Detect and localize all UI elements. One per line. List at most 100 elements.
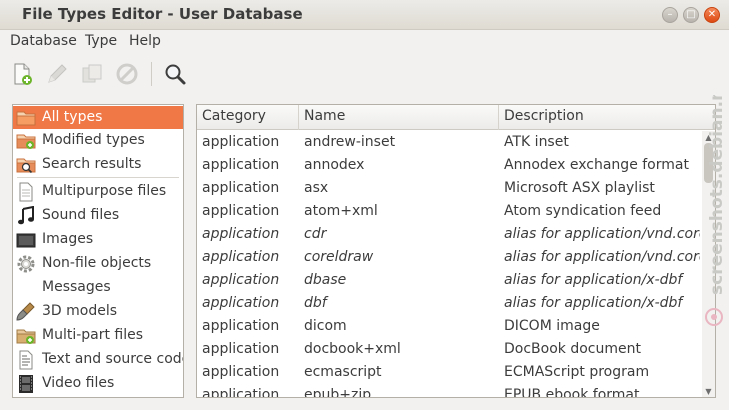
category-list: All types Modified types Search results … xyxy=(12,104,184,398)
sidebar-item-video-files[interactable]: Video files xyxy=(13,372,183,395)
menu-type[interactable]: Type xyxy=(85,33,117,49)
sidebar-item-label: Sound files xyxy=(42,207,120,223)
copy-type-button[interactable] xyxy=(79,61,105,87)
modified-folder-icon xyxy=(16,134,36,149)
table-row[interactable]: application dbf alias for application/x-db… xyxy=(197,292,702,315)
cell-name: dbf xyxy=(304,295,327,311)
cell-category: application xyxy=(202,203,280,219)
sidebar-item-messages[interactable]: Messages xyxy=(13,276,183,299)
cell-description: alias for application/vnd.corel- xyxy=(504,226,700,242)
cell-description: Annodex exchange format xyxy=(504,157,689,173)
cell-category: application xyxy=(202,364,280,380)
table-row[interactable]: application atom+xml Atom syndication feed xyxy=(197,200,702,223)
sidebar-item-search-results[interactable]: Search results xyxy=(13,153,183,176)
edit-type-button[interactable] xyxy=(44,61,70,87)
table-row[interactable]: application epub+zip EPUB ebook format xyxy=(197,384,702,398)
cell-name: cdr xyxy=(304,226,327,242)
cell-category: application xyxy=(202,180,280,196)
sidebar-item-sound-files[interactable]: Sound files xyxy=(13,204,183,227)
sidebar-item-non-file-objects[interactable]: Non-file objects xyxy=(13,252,183,275)
cell-description: DICOM image xyxy=(504,318,600,334)
sidebar-item-multipurpose-files[interactable]: Multipurpose files xyxy=(13,180,183,203)
sidebar-item-text-and-source-code[interactable]: Text and source code xyxy=(13,348,183,371)
scroll-down-icon: ▼ xyxy=(705,386,712,396)
cell-description: alias for application/x-dbf xyxy=(504,272,683,288)
table-row[interactable]: application cdr alias for application/vnd.… xyxy=(197,223,702,246)
music-note-icon xyxy=(18,206,34,225)
search-icon xyxy=(165,64,186,85)
cell-category: application xyxy=(202,249,280,265)
sidebar-item-label: Non-file objects xyxy=(42,255,152,271)
column-divider[interactable] xyxy=(298,105,299,130)
cell-description: Microsoft ASX playlist xyxy=(504,180,655,196)
file-types-table: Category Name Description application and… xyxy=(196,104,716,398)
cell-name: asx xyxy=(304,180,329,196)
table-row[interactable]: application annodex Annodex exchange forma… xyxy=(197,154,702,177)
sidebar-item-label: Messages xyxy=(42,279,111,295)
delete-type-button[interactable] xyxy=(114,61,140,87)
sidebar-item-modified-types[interactable]: Modified types xyxy=(13,129,183,152)
sidebar-item-3d-models[interactable]: 3D models xyxy=(13,300,183,323)
column-header-name[interactable]: Name xyxy=(304,108,345,124)
search-folder-icon xyxy=(16,158,36,174)
cell-category: application xyxy=(202,157,280,173)
sidebar-item-label: 3D models xyxy=(42,303,118,319)
sidebar-item-label: Video files xyxy=(42,375,115,391)
archive-icon xyxy=(16,329,36,344)
cell-description: ATK inset xyxy=(504,134,569,150)
maximize-button[interactable]: □ xyxy=(683,7,699,23)
sidebar-item-all-types[interactable]: All types xyxy=(13,106,183,129)
cell-description: alias for application/x-dbf xyxy=(504,295,683,311)
cell-name: coreldraw xyxy=(304,249,374,265)
copy-icon xyxy=(82,64,102,83)
delete-icon xyxy=(116,63,138,85)
table-row[interactable]: application asx Microsoft ASX playlist xyxy=(197,177,702,200)
image-icon xyxy=(16,233,36,248)
cell-category: application xyxy=(202,318,280,334)
table-row[interactable]: application dbase alias for application/x-… xyxy=(197,269,702,292)
search-button[interactable] xyxy=(162,61,188,87)
column-header-description[interactable]: Description xyxy=(504,108,584,124)
minimize-button[interactable]: – xyxy=(662,7,678,23)
edit-pencil-icon xyxy=(48,64,67,83)
sidebar-item-label: Multipurpose files xyxy=(42,183,167,199)
cell-category: application xyxy=(202,134,280,150)
column-header-category[interactable]: Category xyxy=(202,108,266,124)
sidebar-item-label: Images xyxy=(42,231,94,247)
cell-description: EPUB ebook format xyxy=(504,387,640,398)
new-file-icon xyxy=(14,63,32,85)
paintbrush-icon xyxy=(16,302,35,321)
cell-category: application xyxy=(202,341,280,357)
sidebar-item-label: Text and source code xyxy=(42,351,184,367)
sidebar-item-images[interactable]: Images xyxy=(13,228,183,251)
sidebar-item-multi-part-files[interactable]: Multi-part files xyxy=(13,324,183,347)
folder-icon xyxy=(16,111,36,126)
table-row[interactable]: application andrew-inset ATK inset xyxy=(197,131,702,154)
cell-name: dbase xyxy=(304,272,347,288)
menu-help[interactable]: Help xyxy=(129,33,161,49)
cell-name: epub+zip xyxy=(304,387,372,398)
text-document-icon xyxy=(19,350,33,370)
table-row[interactable]: application dicom DICOM image xyxy=(197,315,702,338)
cell-name: ecmascript xyxy=(304,364,382,380)
scroll-down-button[interactable]: ▼ xyxy=(703,386,714,396)
menu-bar: Database Type Help xyxy=(0,30,729,54)
window-title: File Types Editor - User Database xyxy=(22,5,303,23)
cell-description: DocBook document xyxy=(504,341,641,357)
watermark-text: screenshots.debian.net xyxy=(707,95,727,295)
table-row[interactable]: application coreldraw alias for applicatio… xyxy=(197,246,702,269)
document-icon xyxy=(19,182,33,202)
cell-description: alias for application/vnd.corel- xyxy=(504,249,700,265)
cell-description: Atom syndication feed xyxy=(504,203,662,219)
new-type-button[interactable] xyxy=(9,61,35,87)
cell-category: application xyxy=(202,272,280,288)
toolbar xyxy=(0,54,729,94)
table-row[interactable]: application docbook+xml DocBook document xyxy=(197,338,702,361)
table-row[interactable]: application ecmascript ECMAScript program xyxy=(197,361,702,384)
title-bar: File Types Editor - User Database – □ ✕ xyxy=(0,0,729,30)
column-divider[interactable] xyxy=(498,105,499,130)
gear-icon xyxy=(17,255,35,273)
minimize-icon: – xyxy=(667,9,673,20)
close-button[interactable]: ✕ xyxy=(704,7,720,23)
menu-database[interactable]: Database xyxy=(10,33,77,49)
